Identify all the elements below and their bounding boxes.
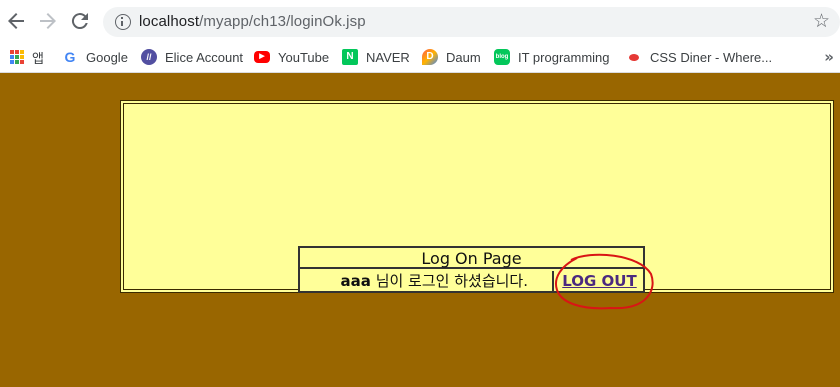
browser-toolbar: localhost/myapp/ch13/loginOk.jsp ☆: [0, 0, 840, 42]
username: aaa: [340, 272, 371, 290]
naver-icon: N: [342, 49, 358, 65]
bookmark-label: NAVER: [366, 49, 410, 65]
bookmark-label: CSS Diner - Where...: [650, 49, 773, 65]
apps-grid-icon: [10, 50, 24, 64]
bookmark-elice-account[interactable]: // Elice Account: [141, 46, 243, 68]
blog-icon: blog: [494, 49, 510, 65]
bookmark-label: Elice Account: [165, 49, 244, 65]
bookmark-youtube[interactable]: ▶ YouTube: [254, 46, 329, 68]
bookmark-star-icon[interactable]: ☆: [813, 10, 830, 32]
reload-button[interactable]: [68, 9, 92, 33]
bookmarks-bar: 앱 G Google // Elice Account ▶ YouTube N …: [0, 42, 840, 73]
logout-link[interactable]: LOG OUT: [562, 272, 636, 290]
bookmark-label: 앱: [32, 50, 44, 66]
bookmark-label: Daum: [446, 49, 481, 65]
bookmark-label: YouTube: [278, 49, 330, 65]
daum-icon: D: [422, 49, 438, 65]
info-icon[interactable]: [115, 14, 131, 30]
bookmark-apps[interactable]: 앱: [10, 46, 44, 68]
logout-cell: LOG OUT: [556, 271, 643, 291]
bookmark-label: IT programming: [518, 49, 610, 65]
url-text: localhost/myapp/ch13/loginOk.jsp: [139, 13, 366, 30]
page-title: Log On Page: [300, 248, 643, 269]
css-diner-icon: [626, 49, 642, 65]
forward-arrow-icon: [40, 13, 56, 29]
google-icon: G: [64, 49, 76, 65]
bookmark-label: Google: [86, 49, 128, 65]
youtube-icon: ▶: [254, 51, 270, 63]
bookmark-it-programming[interactable]: blog IT programming: [494, 46, 610, 68]
bookmark-css-diner[interactable]: CSS Diner - Where...: [626, 46, 772, 68]
reload-icon: [71, 13, 88, 30]
back-arrow-icon: [8, 13, 24, 29]
bookmark-naver[interactable]: N NAVER: [342, 46, 410, 68]
login-message-text: 님이 로그인 하셨습니다.: [370, 272, 528, 290]
address-bar[interactable]: localhost/myapp/ch13/loginOk.jsp ☆: [103, 7, 840, 37]
login-message: aaa 님이 로그인 하셨습니다.: [300, 271, 554, 291]
back-button[interactable]: [4, 9, 28, 33]
bookmark-daum[interactable]: D Daum: [422, 46, 481, 68]
forward-button[interactable]: [36, 9, 60, 33]
login-table: Log On Page aaa 님이 로그인 하셨습니다. LOG OUT: [298, 246, 645, 293]
chevron-right-icon[interactable]: »: [824, 48, 834, 66]
bookmark-google[interactable]: G Google: [62, 46, 128, 68]
elice-icon: //: [141, 49, 157, 65]
